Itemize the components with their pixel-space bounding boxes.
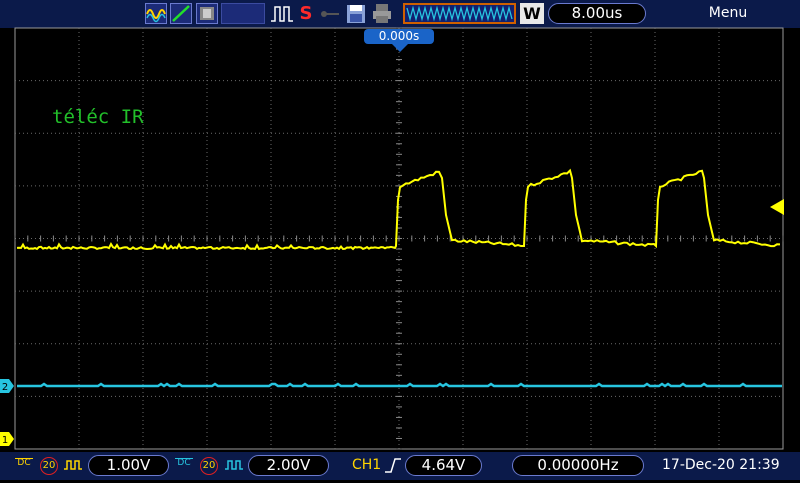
ch2-volts-per-div[interactable]: 2.00V [248,455,329,476]
rising-edge-icon[interactable] [384,455,404,476]
trigger-level-marker[interactable] [770,199,784,215]
trigger-source[interactable]: CH1 [352,455,382,476]
date-time: 17-Dec-20 21:39 [662,457,780,473]
svg-text:1: 1 [2,435,8,446]
waveform-display [14,27,784,450]
ch2-ground-marker[interactable]: 2 [0,379,14,393]
ch2-bw-limit[interactable]: 20 [200,457,218,475]
ch1-ground-marker[interactable]: 1 [0,432,14,446]
trigger-level-value[interactable]: 4.64V [405,455,482,476]
frequency-counter: 0.00000Hz [512,455,644,476]
ch1-bw-limit[interactable]: 20 [40,457,58,475]
trigger-position[interactable]: 0.000s [364,29,434,44]
bottom-status-bar: DC 20 1.00V DC 20 2.00V CH1 4.64V 0.0000… [0,452,800,480]
ch1-invert-icon[interactable] [63,455,83,476]
ch2-invert-icon[interactable] [224,455,244,476]
ch2-coupling[interactable]: DC [175,455,193,476]
ch1-coupling[interactable]: DC [15,455,33,476]
ch1-volts-per-div[interactable]: 1.00V [88,455,169,476]
svg-text:2: 2 [2,382,8,393]
screen-label: téléc IR [52,106,144,128]
